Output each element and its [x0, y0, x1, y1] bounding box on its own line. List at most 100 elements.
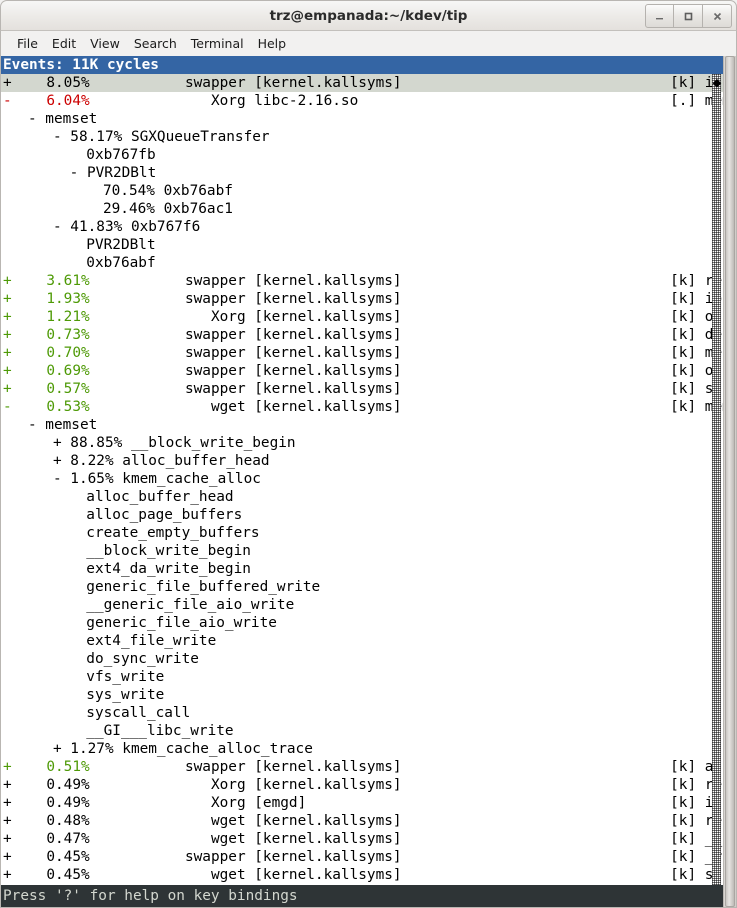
entry-detail: wget [kernel.kallsyms] [k] read_hpet [90, 813, 723, 829]
window-scrollbar[interactable] [723, 56, 736, 907]
fold-toggle[interactable]: + [3, 831, 12, 847]
dso-name: [kernel.kallsyms] [245, 831, 671, 847]
perf-entry-row[interactable]: + 1.93% swapper [kernel.kallsyms] [k] io… [1, 290, 723, 308]
maximize-button[interactable] [674, 4, 703, 28]
perf-entry-row[interactable]: + 1.21% Xorg [kernel.kallsyms] [k] ohci_… [1, 308, 723, 326]
window-scrollbar-thumb[interactable] [725, 56, 735, 907]
perf-callchain-row[interactable]: __block_write_begin [1, 542, 723, 560]
perf-callchain-row[interactable]: ext4_file_write [1, 632, 723, 650]
close-button[interactable] [703, 4, 732, 28]
command-name: Xorg [89, 93, 246, 109]
perf-callchain-row[interactable]: - 41.83% 0xb767f6 [1, 218, 723, 236]
perf-callchain-row[interactable]: - PVR2DBlt [1, 164, 723, 182]
callchain-text: __block_write_begin [86, 543, 251, 559]
perf-entry-row[interactable]: + 8.05% swapper [kernel.kallsyms] [k] in… [1, 74, 723, 92]
fold-toggle[interactable]: + [3, 75, 12, 91]
perf-callchain-row[interactable]: 29.46% 0xb76ac1 [1, 200, 723, 218]
fold-toggle[interactable]: - [3, 399, 12, 415]
dso-name: [emgd] [245, 795, 671, 811]
perf-callchain-row[interactable]: generic_file_buffered_write [1, 578, 723, 596]
perf-callchain-row[interactable]: generic_file_aio_write [1, 614, 723, 632]
perf-entry-row[interactable]: + 0.47% wget [kernel.kallsyms] [k] __cop… [1, 830, 723, 848]
perf-callchain-row[interactable]: __generic_file_aio_write [1, 596, 723, 614]
perf-entry-row[interactable]: + 0.57% swapper [kernel.kallsyms] [k] su… [1, 380, 723, 398]
terminal-area: Events: 11K cycles + 8.05% swapper [kern… [0, 56, 737, 908]
perf-callchain-row[interactable]: - 1.65% kmem_cache_alloc [1, 470, 723, 488]
perf-callchain-row[interactable]: PVR2DBlt [1, 236, 723, 254]
perf-callchain-row[interactable]: do_sync_write [1, 650, 723, 668]
perf-callchain-row[interactable]: sys_write [1, 686, 723, 704]
callchain-text: vfs_write [86, 669, 165, 685]
dso-name: [kernel.kallsyms] [245, 867, 671, 883]
perf-top-screen[interactable]: Events: 11K cycles + 8.05% swapper [kern… [1, 56, 723, 907]
perf-scrollbar[interactable]: ◆ [712, 74, 721, 907]
command-name: wget [89, 831, 246, 847]
dso-name: [kernel.kallsyms] [245, 345, 671, 361]
fold-toggle[interactable]: + [3, 309, 12, 325]
menu-search[interactable]: Search [127, 34, 184, 53]
fold-toggle[interactable]: + [3, 345, 12, 361]
entry-detail: swapper [kernel.kallsyms] [k] menu_selec… [90, 345, 723, 361]
symbol-level: [k] [670, 777, 705, 793]
callchain-text: generic_file_buffered_write [86, 579, 321, 595]
overhead-percent: 0.57% [11, 381, 90, 397]
perf-entry-row[interactable]: + 0.45% wget [kernel.kallsyms] [k] sub_p… [1, 866, 723, 884]
perf-callchain-row[interactable]: - memset [1, 110, 723, 128]
window-titlebar: trz@empanada:~/kdev/tip [0, 0, 737, 31]
fold-toggle[interactable]: + [3, 273, 12, 289]
perf-entry-row[interactable]: + 0.49% Xorg [kernel.kallsyms] [k] read_… [1, 776, 723, 794]
fold-toggle[interactable]: - [3, 93, 12, 109]
minimize-button[interactable] [645, 4, 674, 28]
fold-toggle[interactable]: + [3, 813, 12, 829]
fold-toggle[interactable]: + [3, 759, 12, 775]
callchain-text: __generic_file_aio_write [86, 597, 295, 613]
fold-toggle[interactable]: + [3, 291, 12, 307]
perf-callchain-row[interactable]: 70.54% 0xb76abf [1, 182, 723, 200]
perf-callchain-row[interactable]: + 8.22% alloc_buffer_head [1, 452, 723, 470]
perf-entry-row[interactable]: + 0.73% swapper [kernel.kallsyms] [k] de… [1, 326, 723, 344]
fold-toggle[interactable]: + [3, 381, 12, 397]
menu-view[interactable]: View [83, 34, 127, 53]
perf-callchain-row[interactable]: 0xb76abf [1, 254, 723, 272]
perf-callchain-row[interactable]: alloc_buffer_head [1, 488, 723, 506]
entry-detail: wget [kernel.kallsyms] [k] __copy_to_u [90, 831, 723, 847]
perf-entry-row[interactable]: + 0.70% swapper [kernel.kallsyms] [k] me… [1, 344, 723, 362]
fold-toggle[interactable]: + [3, 867, 12, 883]
menu-terminal[interactable]: Terminal [184, 34, 251, 53]
menu-file[interactable]: File [10, 34, 45, 53]
entry-detail: swapper [kernel.kallsyms] [k] intel_idle [90, 75, 723, 91]
perf-callchain-row[interactable]: ext4_da_write_begin [1, 560, 723, 578]
fold-toggle[interactable]: + [3, 795, 12, 811]
perf-entry-row[interactable]: + 3.61% swapper [kernel.kallsyms] [k] re… [1, 272, 723, 290]
perf-statusbar: Press '?' for help on key bindings [1, 885, 723, 907]
perf-callchain-row[interactable]: syscall_call [1, 704, 723, 722]
fold-toggle[interactable]: + [3, 327, 12, 343]
perf-entry-row[interactable]: - 6.04% Xorg libc-2.16.so [.] memset [1, 92, 723, 110]
perf-callchain-row[interactable]: + 1.27% kmem_cache_alloc_trace [1, 740, 723, 758]
entry-detail: swapper [kernel.kallsyms] [k] read_hpet [90, 273, 723, 289]
symbol-level: [k] [670, 291, 705, 307]
perf-callchain-row[interactable]: create_empty_buffers [1, 524, 723, 542]
perf-callchain-row[interactable]: - 58.17% SGXQueueTransfer [1, 128, 723, 146]
command-name: swapper [89, 327, 246, 343]
menu-edit[interactable]: Edit [45, 34, 83, 53]
callchain-text: 0xb767fb [86, 147, 156, 163]
perf-entry-row[interactable]: + 0.69% swapper [kernel.kallsyms] [k] oh… [1, 362, 723, 380]
perf-callchain-row[interactable]: 0xb767fb [1, 146, 723, 164]
perf-callchain-row[interactable]: - memset [1, 416, 723, 434]
perf-callchain-row[interactable]: + 88.85% __block_write_begin [1, 434, 723, 452]
perf-entry-row[interactable]: + 0.48% wget [kernel.kallsyms] [k] read_… [1, 812, 723, 830]
perf-entry-row[interactable]: + 0.45% swapper [kernel.kallsyms] [k] _r… [1, 848, 723, 866]
perf-entry-row[interactable]: + 0.51% swapper [kernel.kallsyms] [k] ad… [1, 758, 723, 776]
perf-callchain-row[interactable]: vfs_write [1, 668, 723, 686]
callchain-text: __GI___libc_write [86, 723, 234, 739]
perf-callchain-row[interactable]: __GI___libc_write [1, 722, 723, 740]
fold-toggle[interactable]: + [3, 363, 12, 379]
fold-toggle[interactable]: + [3, 849, 12, 865]
perf-entry-row[interactable]: - 0.53% wget [kernel.kallsyms] [k] memse… [1, 398, 723, 416]
symbol-level: [k] [670, 309, 705, 325]
menu-help[interactable]: Help [251, 34, 294, 53]
fold-toggle[interactable]: + [3, 777, 12, 793]
perf-callchain-row[interactable]: alloc_page_buffers [1, 506, 723, 524]
perf-entry-row[interactable]: + 0.49% Xorg [emgd] [k] igd_alter_c [1, 794, 723, 812]
